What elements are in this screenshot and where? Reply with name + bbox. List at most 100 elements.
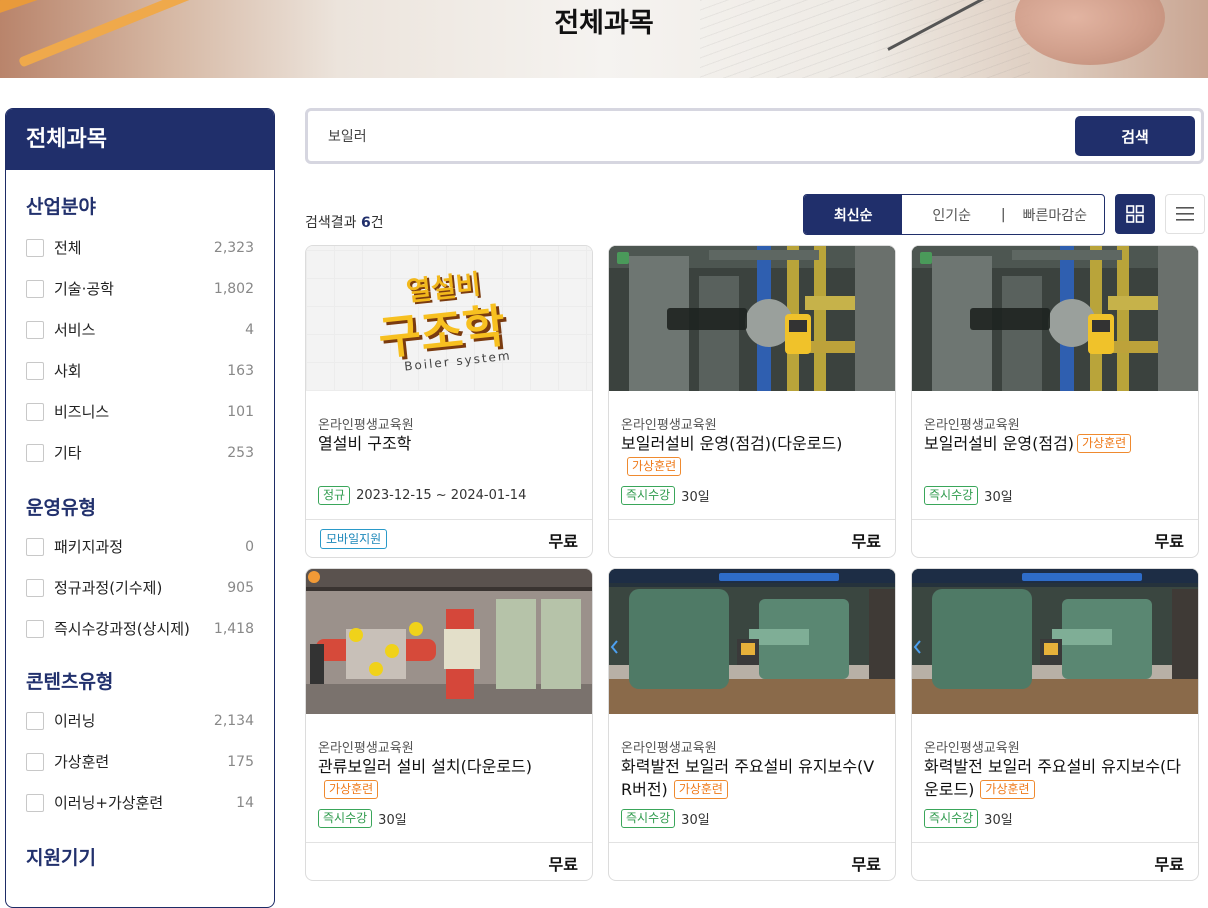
course-title: 보일러설비 운영(점검) 가상훈련 (924, 432, 1188, 455)
filter-option-count: 101 (227, 403, 254, 420)
filter-option-label: 사회 (54, 362, 82, 380)
filter-option-count: 14 (236, 794, 254, 811)
search-input[interactable] (328, 123, 1048, 149)
filter-option-label: 전체 (54, 239, 82, 257)
filter-group-title-device: 지원기기 (26, 847, 96, 869)
course-meta: 즉시수강 30일 (621, 809, 710, 828)
course-title-text: 관류보일러 설비 설치(다운로드) (318, 757, 533, 776)
filter-option-label: 서비스 (54, 321, 96, 339)
result-count-prefix: 검색결과 (305, 215, 361, 231)
card-divider (912, 842, 1198, 843)
course-title: 보일러설비 운영(점검)(다운로드) 가상훈련 (621, 432, 885, 478)
course-meta: 즉시수강 30일 (318, 809, 407, 828)
filter-option-count: 2,134 (213, 712, 254, 729)
course-price: 무료 (851, 855, 881, 874)
filter-option[interactable]: 정규과정(기수제) 905 (6, 567, 274, 608)
course-provider: 온라인평생교육원 (318, 418, 414, 433)
course-card[interactable]: 열설비 구조학 Boiler system 온라인평생교육원 열설비 구조학 정… (305, 245, 593, 558)
filter-option-count: 905 (227, 579, 254, 596)
course-card[interactable]: 온라인평생교육원 보일러설비 운영(점검)(다운로드) 가상훈련 즉시수강 30일 … (608, 245, 896, 558)
filter-checkbox[interactable] (26, 619, 44, 638)
filter-checkbox[interactable] (26, 320, 44, 339)
list-view-button[interactable] (1165, 194, 1205, 234)
grid-view-button[interactable] (1115, 194, 1155, 234)
filter-option[interactable]: 서비스 4 (6, 309, 274, 350)
filter-checkbox[interactable] (26, 361, 44, 380)
course-status-tag: 즉시수강 (318, 809, 373, 828)
virtual-training-tag: 가상훈련 (980, 780, 1035, 799)
filter-checkbox[interactable] (26, 402, 44, 421)
course-duration: 30일 (681, 490, 710, 505)
filter-option[interactable]: 비즈니스 101 (6, 391, 274, 432)
sort-latest-button[interactable]: 최신순 (804, 195, 903, 234)
filter-option-label: 정규과정(기수제) (54, 579, 163, 597)
filter-option-count: 175 (227, 753, 254, 770)
course-price: 무료 (851, 532, 881, 551)
filter-option[interactable]: 기타 253 (6, 432, 274, 473)
filter-option[interactable]: 전체 2,323 (6, 227, 274, 268)
filter-checkbox[interactable] (26, 443, 44, 462)
page-title: 전체과목 (554, 8, 654, 39)
course-title-text: 보일러설비 운영(점검)(다운로드) (621, 434, 843, 453)
card-divider (306, 842, 592, 843)
course-card[interactable]: 온라인평생교육원 화력발전 보일러 주요설비 유지보수(다운로드) 가상훈련 즉시… (911, 568, 1199, 881)
course-status-tag: 즉시수강 (924, 486, 979, 505)
course-thumbnail (609, 246, 895, 391)
course-title-text: 보일러설비 운영(점검) (924, 434, 1075, 453)
course-status-tag: 즉시수강 (621, 809, 676, 828)
course-meta: 정규 2023-12-15 ~ 2024-01-14 (318, 486, 526, 505)
sidebar-title: 전체과목 (6, 109, 274, 170)
sort-deadline-button[interactable]: 빠른마감순 (1006, 195, 1104, 234)
result-count: 검색결과 6건 (305, 212, 384, 232)
filter-option-label: 비즈니스 (54, 403, 110, 421)
filter-option-label: 이러닝+가상훈련 (54, 794, 164, 812)
filter-option[interactable]: 기술·공학 1,802 (6, 268, 274, 309)
filter-checkbox[interactable] (26, 537, 44, 556)
search-bar: 검색 (305, 108, 1204, 164)
course-status-tag: 정규 (318, 486, 351, 505)
filter-option-count: 0 (245, 538, 254, 555)
course-title-text: 화력발전 보일러 주요설비 유지보수(다운로드) (924, 757, 1182, 799)
filter-sidebar: 전체과목 산업분야 전체 2,323 기술·공학 1,802 서비스 4 사회 163 … (5, 108, 275, 908)
course-title-text: 화력발전 보일러 주요설비 유지보수(VR버전) (621, 757, 875, 799)
course-title-text: 열설비 구조학 (318, 434, 412, 453)
virtual-training-tag: 가상훈련 (627, 457, 682, 476)
virtual-training-tag: 가상훈련 (673, 780, 728, 799)
filter-option[interactable]: 이러닝+가상훈련 14 (6, 782, 274, 823)
filter-checkbox[interactable] (26, 711, 44, 730)
course-price: 무료 (548, 855, 578, 874)
course-thumbnail (912, 246, 1198, 391)
sort-options: 최신순 인기순 | 빠른마감순 (803, 194, 1105, 235)
filter-checkbox[interactable] (26, 238, 44, 257)
boiler-room-illustration (912, 246, 1198, 391)
filter-option-count: 1,802 (213, 280, 254, 297)
filter-group-title-industry: 산업분야 (26, 196, 96, 218)
course-provider: 온라인평생교육원 (621, 418, 717, 433)
card-divider (609, 842, 895, 843)
course-duration: 30일 (681, 813, 710, 828)
course-card[interactable]: 온라인평생교육원 보일러설비 운영(점검) 가상훈련 즉시수강 30일 무료 (911, 245, 1199, 558)
filter-option[interactable]: 이러닝 2,134 (6, 700, 274, 741)
boiler-install-illustration (306, 569, 592, 714)
course-card[interactable]: 온라인평생교육원 화력발전 보일러 주요설비 유지보수(VR버전) 가상훈련 즉시… (608, 568, 896, 881)
filter-checkbox[interactable] (26, 578, 44, 597)
search-button[interactable]: 검색 (1075, 116, 1195, 156)
filter-checkbox[interactable] (26, 279, 44, 298)
filter-option-label: 즉시수강과정(상시제) (54, 620, 190, 638)
filter-option-count: 1,418 (213, 620, 254, 637)
filter-option[interactable]: 사회 163 (6, 350, 274, 391)
boiler-room-illustration (609, 246, 895, 391)
course-thumbnail (912, 569, 1198, 714)
filter-option[interactable]: 패키지과정 0 (6, 526, 274, 567)
filter-option-label: 패키지과정 (54, 538, 124, 556)
list-icon (1176, 207, 1194, 221)
sort-popular-button[interactable]: 인기순 (902, 195, 1000, 234)
filter-option-count: 4 (245, 321, 254, 338)
course-thumbnail: 열설비 구조학 Boiler system (306, 246, 592, 391)
course-card[interactable]: 온라인평생교육원 관류보일러 설비 설치(다운로드) 가상훈련 즉시수강 30일 무… (305, 568, 593, 881)
filter-checkbox[interactable] (26, 752, 44, 771)
filter-option[interactable]: 가상훈련 175 (6, 741, 274, 782)
filter-checkbox[interactable] (26, 793, 44, 812)
card-divider (609, 519, 895, 520)
filter-option[interactable]: 즉시수강과정(상시제) 1,418 (6, 608, 274, 649)
